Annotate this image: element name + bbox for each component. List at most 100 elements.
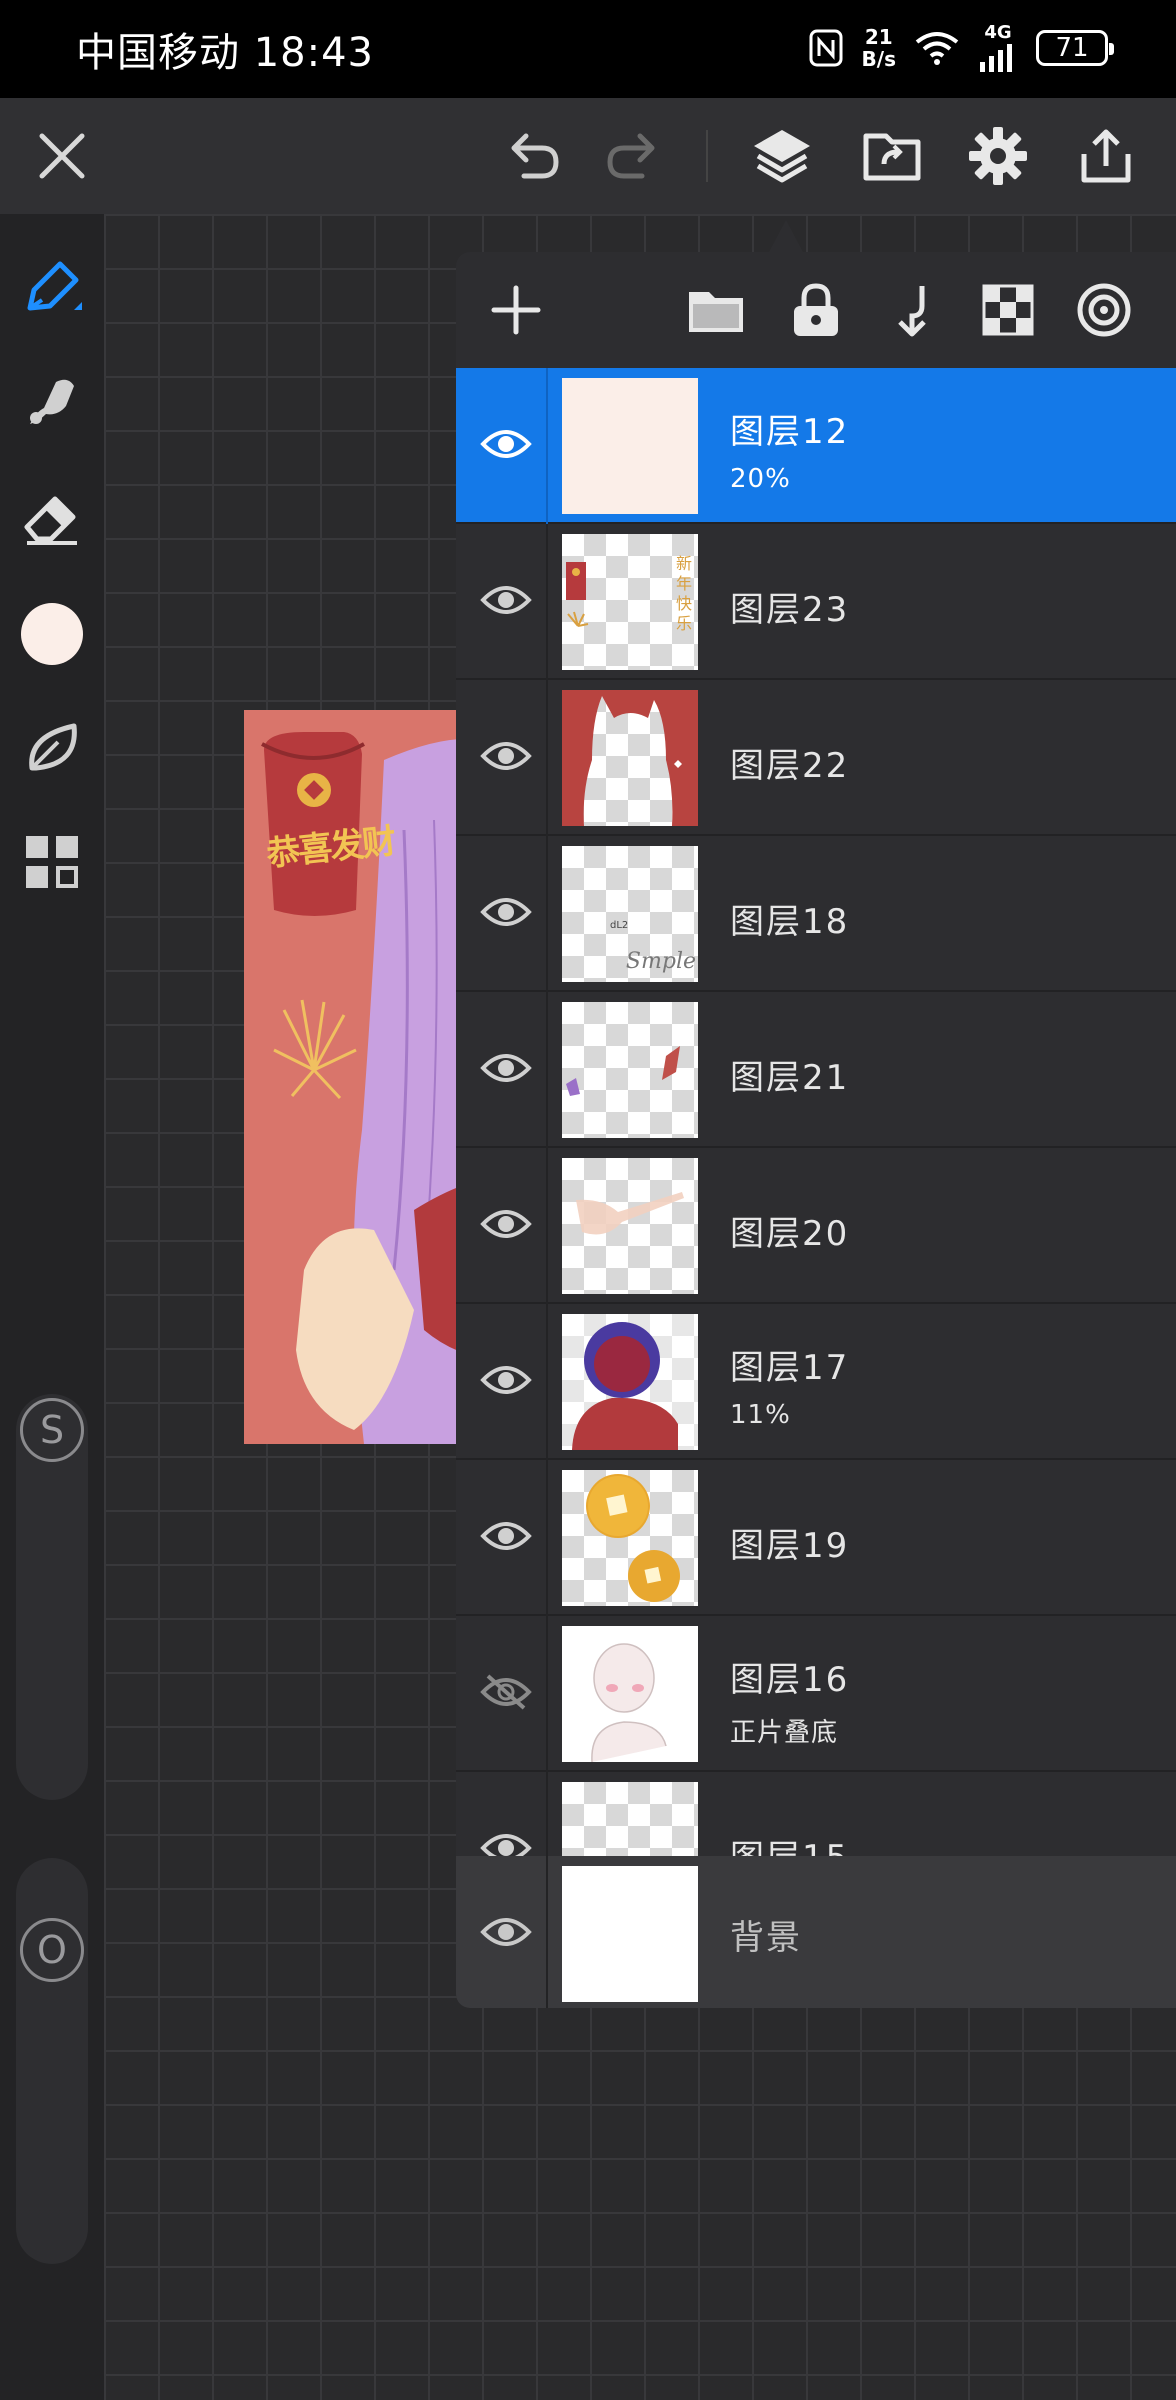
row-divider — [546, 1616, 548, 1772]
undo-button[interactable] — [498, 120, 570, 192]
layer-list[interactable]: 图层12 20% 新年快乐 图层23 图层22 dL2 Smple 图层18 图层21 图层20 图… — [456, 368, 1176, 1856]
redo-button[interactable] — [596, 120, 668, 192]
layer-options-button[interactable] — [1068, 274, 1140, 346]
layer-thumbnail — [562, 1470, 698, 1606]
undo-icon — [511, 133, 559, 179]
layer-name: 图层23 — [730, 590, 850, 630]
opacity-knob[interactable]: O — [20, 1918, 84, 1982]
battery-indicator: 71 — [1036, 30, 1114, 66]
visibility-toggle[interactable] — [470, 720, 542, 792]
lock-layer-button[interactable] — [780, 274, 852, 346]
net-speed-unit: B/s — [861, 47, 896, 71]
adjust-tool-button[interactable] — [14, 710, 90, 786]
top-toolbar — [0, 98, 1176, 214]
background-layer-row[interactable]: 背景 — [456, 1856, 1176, 2008]
layer-row[interactable]: 新年快乐 图层23 — [456, 524, 1176, 680]
eye-off-icon — [480, 1674, 532, 1710]
grid-icon — [26, 836, 78, 888]
checker-icon — [982, 284, 1034, 336]
layer-thumbnail — [562, 1782, 698, 1856]
layer-row[interactable]: 图层21 — [456, 992, 1176, 1148]
brush-tool-button[interactable] — [14, 248, 90, 324]
folder-icon — [689, 292, 743, 332]
brush-size-label: S — [39, 1408, 65, 1452]
add-group-button[interactable] — [680, 274, 752, 346]
visibility-toggle[interactable] — [470, 1032, 542, 1104]
lock-icon — [794, 283, 838, 336]
layer-detail: 正片叠底 — [730, 1718, 839, 1748]
eraser-tool-button[interactable] — [14, 480, 90, 556]
carrier-time: 中国移动 18:43 — [76, 30, 374, 76]
layers-panel-header — [456, 252, 1176, 368]
layers-button[interactable] — [746, 120, 818, 192]
layer-row[interactable]: 图层15 — [456, 1772, 1176, 1856]
layer-row[interactable]: 图层16 正片叠底 — [456, 1616, 1176, 1772]
transparency-button[interactable] — [972, 274, 1044, 346]
layers-icon — [754, 130, 810, 183]
layer-name: 图层16 — [730, 1660, 850, 1700]
layer-row[interactable]: 图层22 — [456, 680, 1176, 836]
eye-icon — [480, 1834, 532, 1856]
settings-button[interactable] — [962, 120, 1034, 192]
visibility-toggle[interactable] — [470, 564, 542, 636]
layer-name: 图层19 — [730, 1526, 850, 1566]
toolbar-divider — [706, 130, 708, 182]
eye-icon — [480, 898, 532, 926]
row-divider — [546, 1856, 548, 2008]
merge-down-icon — [898, 286, 926, 337]
visibility-toggle[interactable] — [470, 1656, 542, 1728]
brush-size-knob[interactable]: S — [20, 1398, 84, 1462]
visibility-toggle[interactable] — [470, 408, 542, 480]
layer-row[interactable]: 图层19 — [456, 1460, 1176, 1616]
eye-icon — [480, 1210, 532, 1238]
layer-name: 图层21 — [730, 1058, 850, 1098]
close-button[interactable] — [26, 120, 98, 192]
close-icon — [39, 133, 85, 179]
target-icon — [1077, 283, 1131, 337]
eye-icon — [480, 1054, 532, 1082]
layer-row[interactable]: 图层20 — [456, 1148, 1176, 1304]
add-layer-button[interactable] — [480, 274, 552, 346]
share-button[interactable] — [1070, 120, 1142, 192]
color-button[interactable] — [14, 596, 90, 672]
row-divider — [546, 992, 548, 1148]
import-button[interactable] — [856, 120, 928, 192]
import-icon — [863, 133, 921, 181]
row-divider — [546, 368, 548, 524]
smudge-tool-button[interactable] — [14, 364, 90, 440]
eye-icon — [480, 1522, 532, 1550]
thumbnail-text: 新年快乐 — [676, 554, 693, 633]
eye-icon — [480, 1918, 532, 1946]
row-divider — [546, 1148, 548, 1304]
opacity-slider[interactable]: O — [16, 1858, 88, 2264]
layers-panel: 图层12 20% 新年快乐 图层23 图层22 dL2 Smple 图层18 图层21 图层20 图… — [456, 252, 1176, 2008]
leaf-icon — [29, 723, 77, 771]
layer-row[interactable]: 图层17 11% — [456, 1304, 1176, 1460]
layer-row[interactable]: 图层12 20% — [456, 368, 1176, 524]
merge-down-button[interactable] — [876, 274, 948, 346]
net-speed-value: 21 — [864, 25, 893, 49]
layer-detail: 11% — [730, 1400, 791, 1430]
net-speed: 21 B/s — [862, 26, 896, 70]
visibility-toggle[interactable] — [470, 1500, 542, 1572]
layer-row[interactable]: dL2 Smple 图层18 — [456, 836, 1176, 992]
gear-icon — [969, 127, 1027, 185]
visibility-toggle[interactable] — [470, 876, 542, 948]
brush-size-slider[interactable]: S — [16, 1394, 88, 1800]
layer-thumbnail: 新年快乐 — [562, 534, 698, 670]
layer-thumbnail — [562, 1626, 698, 1762]
pen-icon — [27, 261, 82, 311]
layer-name: 图层20 — [730, 1214, 850, 1254]
layer-thumbnail — [562, 1866, 698, 2002]
visibility-toggle[interactable] — [470, 1896, 542, 1968]
visibility-toggle[interactable] — [470, 1812, 542, 1856]
redo-icon — [607, 133, 655, 179]
layer-name: 图层22 — [730, 746, 850, 786]
more-tools-button[interactable] — [14, 824, 90, 900]
visibility-toggle[interactable] — [470, 1344, 542, 1416]
layer-thumbnail — [562, 1314, 698, 1450]
layer-thumbnail — [562, 378, 698, 514]
visibility-toggle[interactable] — [470, 1188, 542, 1260]
layer-name: 图层12 — [730, 412, 850, 452]
row-divider — [546, 680, 548, 836]
